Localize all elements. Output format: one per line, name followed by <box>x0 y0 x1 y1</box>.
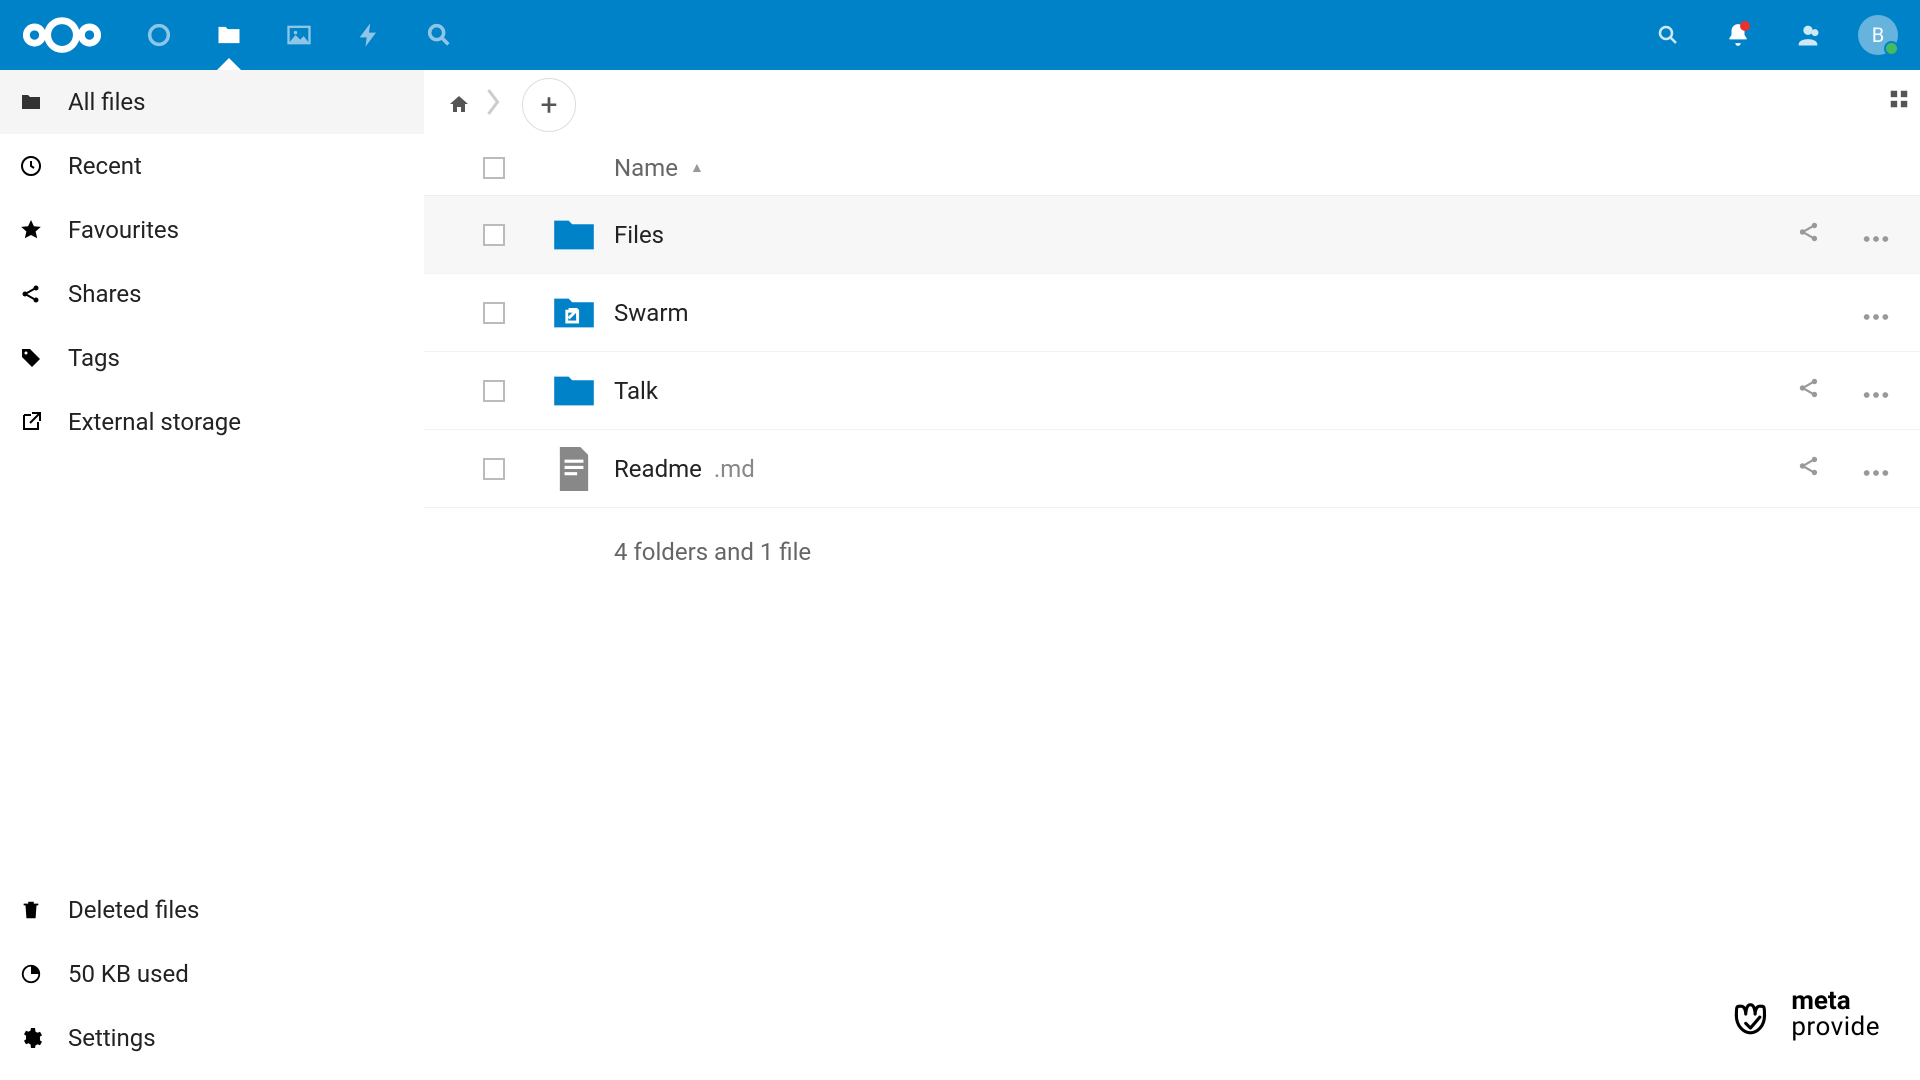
file-name[interactable]: Files <box>614 221 1796 249</box>
file-row[interactable]: Swarm <box>424 274 1920 352</box>
avatar-initial: B <box>1872 23 1884 47</box>
column-header-name[interactable]: Name ▲ <box>614 154 1890 182</box>
trash-icon <box>18 899 44 921</box>
body: All files Recent Favourites Shares Tags … <box>0 70 1920 1080</box>
new-button[interactable]: + <box>522 78 576 132</box>
more-icon[interactable] <box>1862 455 1890 483</box>
nextcloud-logo[interactable] <box>20 15 104 55</box>
sidebar-item-tags[interactable]: Tags <box>0 326 424 390</box>
file-type-icon <box>534 373 614 409</box>
share-icon <box>18 282 44 306</box>
row-checkbox[interactable] <box>454 302 534 324</box>
watermark-line1: meta <box>1791 988 1880 1014</box>
nav-dashboard[interactable] <box>124 0 194 70</box>
sidebar-item-recent[interactable]: Recent <box>0 134 424 198</box>
folder-icon <box>18 90 44 114</box>
header-right: B <box>1648 15 1910 55</box>
row-checkbox[interactable] <box>454 380 534 402</box>
file-type-icon <box>534 295 614 331</box>
sidebar-top: All files Recent Favourites Shares Tags … <box>0 70 424 878</box>
file-type-icon <box>534 447 614 491</box>
pie-icon <box>18 963 44 985</box>
file-row[interactable]: Files <box>424 196 1920 274</box>
share-icon[interactable] <box>1796 453 1822 485</box>
more-icon[interactable] <box>1862 377 1890 405</box>
sidebar-bottom: Deleted files 50 KB used Settings <box>0 878 424 1080</box>
row-checkbox[interactable] <box>454 224 534 246</box>
file-row[interactable]: Talk <box>424 352 1920 430</box>
file-row[interactable]: Readme.md <box>424 430 1920 508</box>
notification-dot <box>1740 21 1750 31</box>
sidebar-item-label: Favourites <box>68 216 179 244</box>
nav-files[interactable] <box>194 0 264 70</box>
sidebar-item-label: External storage <box>68 408 241 436</box>
sidebar-item-label: Recent <box>68 152 142 180</box>
more-icon[interactable] <box>1862 221 1890 249</box>
file-summary: 4 folders and 1 file <box>424 508 1920 566</box>
sidebar-item-external-storage[interactable]: External storage <box>0 390 424 454</box>
file-name[interactable]: Readme.md <box>614 455 1796 483</box>
file-name[interactable]: Talk <box>614 377 1796 405</box>
watermark-logo: meta provide <box>1727 988 1880 1040</box>
share-icon[interactable] <box>1796 375 1822 407</box>
select-all-checkbox[interactable] <box>454 157 534 179</box>
sidebar-item-label: All files <box>68 88 146 116</box>
star-icon <box>18 218 44 242</box>
sidebar: All files Recent Favourites Shares Tags … <box>0 70 424 1080</box>
sidebar-item-quota[interactable]: 50 KB used <box>0 942 424 1006</box>
nav-photos[interactable] <box>264 0 334 70</box>
nav-search-app[interactable] <box>404 0 474 70</box>
more-icon[interactable] <box>1862 299 1890 327</box>
sidebar-item-favourites[interactable]: Favourites <box>0 198 424 262</box>
sort-asc-icon: ▲ <box>690 159 704 176</box>
gear-icon <box>18 1026 44 1050</box>
sidebar-item-label: Deleted files <box>68 896 199 924</box>
tag-icon <box>18 346 44 370</box>
row-checkbox[interactable] <box>454 458 534 480</box>
search-icon[interactable] <box>1648 15 1688 55</box>
file-name[interactable]: Swarm <box>614 299 1862 327</box>
sidebar-item-shares[interactable]: Shares <box>0 262 424 326</box>
watermark-line2: provide <box>1791 1014 1880 1040</box>
view-toggle-icon[interactable] <box>1888 88 1910 114</box>
sidebar-item-label: Tags <box>68 344 120 372</box>
quota-label: 50 KB used <box>68 960 189 988</box>
share-icon[interactable] <box>1796 219 1822 251</box>
sidebar-item-label: Shares <box>68 280 142 308</box>
notifications-icon[interactable] <box>1718 15 1758 55</box>
nav-activity[interactable] <box>334 0 404 70</box>
breadcrumb-separator <box>484 87 502 124</box>
breadcrumb-row: + <box>424 70 1920 140</box>
clock-icon <box>18 154 44 178</box>
user-avatar[interactable]: B <box>1858 15 1898 55</box>
status-online-dot <box>1884 41 1899 56</box>
file-type-icon <box>534 217 614 253</box>
sidebar-item-deleted[interactable]: Deleted files <box>0 878 424 942</box>
sidebar-item-settings[interactable]: Settings <box>0 1006 424 1070</box>
breadcrumb-home[interactable] <box>444 90 474 120</box>
contacts-icon[interactable] <box>1788 15 1828 55</box>
table-header: Name ▲ <box>424 140 1920 196</box>
external-link-icon <box>18 410 44 434</box>
app-header: B <box>0 0 1920 70</box>
sidebar-item-all-files[interactable]: All files <box>0 70 424 134</box>
sidebar-item-label: Settings <box>68 1024 156 1052</box>
app-nav <box>124 0 474 70</box>
file-list: Files Swarm Talk Readme.md <box>424 196 1920 508</box>
main-content: + Name ▲ Files Swarm Talk Readme.md 4 folde… <box>424 70 1920 1080</box>
